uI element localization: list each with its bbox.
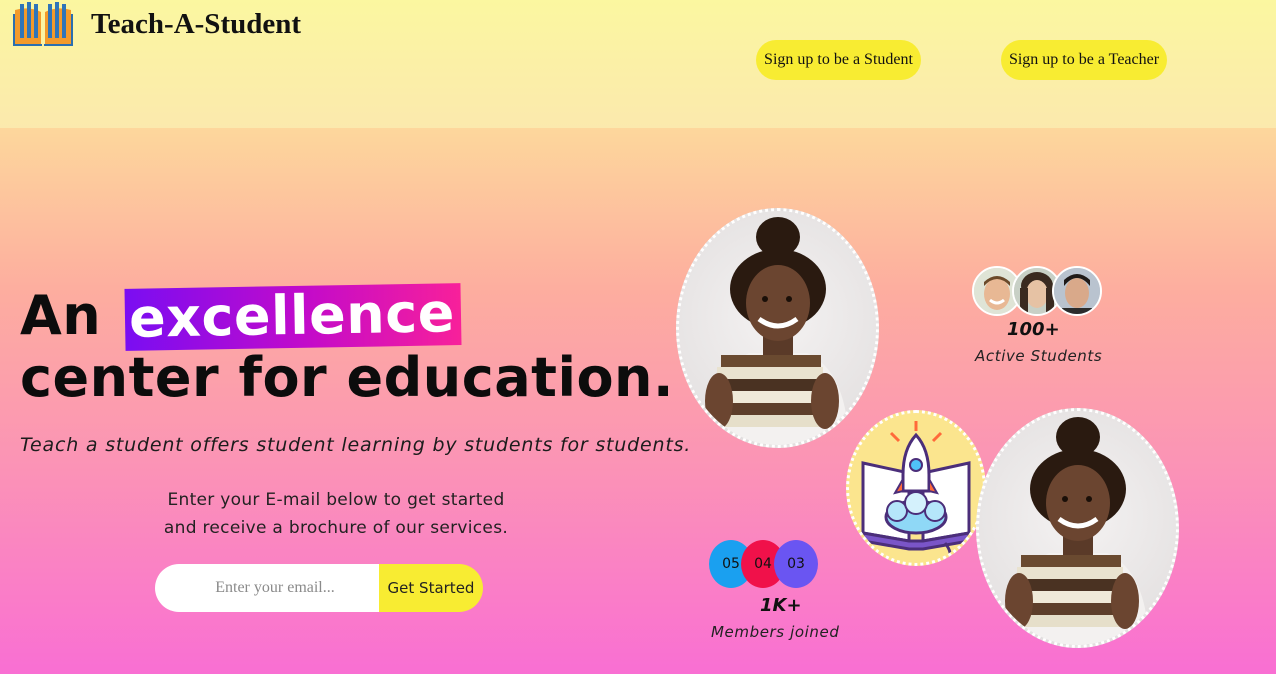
- email-signup-form: Get Started: [155, 564, 483, 612]
- student-with-books-illustration: [1005, 417, 1149, 645]
- active-students-count: 100+: [1007, 319, 1060, 340]
- headline-prefix: An: [20, 284, 102, 347]
- hero-headline: An excellence center for education.: [20, 281, 675, 409]
- brand-name[interactable]: Teach-A-Student: [91, 8, 301, 41]
- student-photo-2: [976, 408, 1179, 648]
- counter-value: 04: [754, 556, 772, 572]
- top-navbar: Teach-A-Student Sign up to be a Student …: [0, 0, 1276, 128]
- headline-highlight: excellence: [124, 281, 461, 351]
- cta-line-1: Enter your E-mail below to get started: [167, 490, 505, 510]
- member-counter-badge: 03: [774, 540, 818, 588]
- student-with-books-illustration: [705, 217, 849, 445]
- student-signup-button[interactable]: Sign up to be a Student: [756, 40, 921, 80]
- get-started-button[interactable]: Get Started: [379, 564, 483, 612]
- counter-value: 03: [787, 556, 805, 572]
- rocket-book-illustration: [846, 410, 986, 566]
- counter-value: 05: [722, 556, 740, 572]
- cta-line-2: and receive a brochure of our services.: [163, 518, 509, 538]
- active-students-label: Active Students: [975, 347, 1103, 365]
- hero-tagline: Teach a student offers student learning …: [20, 434, 692, 456]
- avatar: [1052, 266, 1102, 316]
- open-book-logo-icon[interactable]: [11, 0, 75, 46]
- headline-line-2: center for education.: [20, 346, 675, 409]
- student-photo-1: [676, 208, 879, 448]
- members-count: 1K+: [760, 595, 802, 616]
- email-input[interactable]: [155, 564, 395, 612]
- student-avatars: [972, 266, 1106, 318]
- cta-description: Enter your E-mail below to get started a…: [150, 486, 522, 542]
- rocket-icon: [861, 421, 971, 562]
- members-label: Members joined: [711, 623, 840, 641]
- teacher-signup-button[interactable]: Sign up to be a Teacher: [1001, 40, 1167, 80]
